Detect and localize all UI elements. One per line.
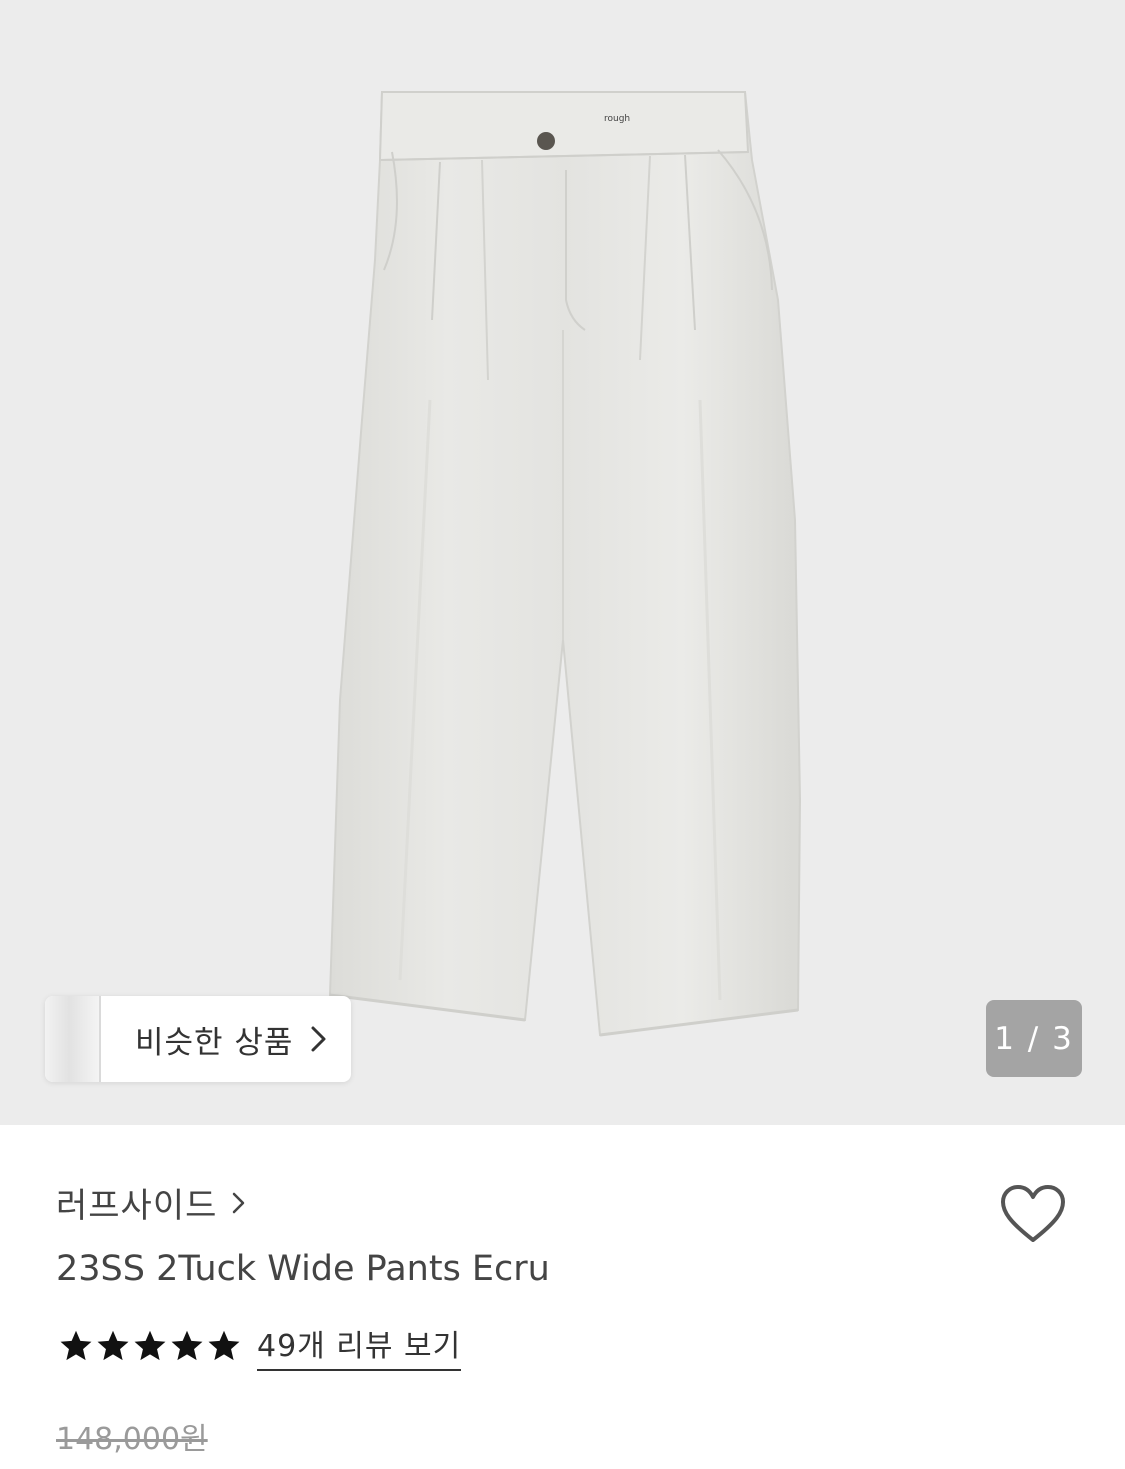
star-icon xyxy=(208,1330,240,1361)
product-detail-page: rough 비슷한 상품 1 / 3 러프사이드 23SS 2Tuck Wide… xyxy=(0,0,1125,1469)
heart-icon[interactable] xyxy=(1000,1184,1066,1246)
star-icon xyxy=(134,1330,166,1361)
similar-products-label: 비슷한 상품 xyxy=(135,1024,294,1061)
star-icon xyxy=(171,1330,203,1361)
brand-name: 러프사이드 xyxy=(56,1186,218,1226)
brand-link[interactable]: 러프사이드 xyxy=(56,1178,247,1227)
star-icon xyxy=(60,1330,92,1361)
rating-row: 49개 리뷰 보기 xyxy=(58,1321,462,1371)
product-image-gallery[interactable]: rough 비슷한 상품 1 / 3 xyxy=(0,0,1125,1125)
similar-product-thumbnail xyxy=(45,996,101,1082)
original-price: 148,000원 xyxy=(56,1422,208,1457)
image-counter: 1 / 3 xyxy=(986,1000,1082,1077)
chevron-right-icon xyxy=(233,1192,245,1213)
chevron-right-icon xyxy=(311,1026,326,1052)
star-icon xyxy=(97,1330,129,1361)
star-rating xyxy=(58,1328,243,1364)
similar-products-button[interactable]: 비슷한 상품 xyxy=(45,996,351,1082)
review-link[interactable]: 49개 리뷰 보기 xyxy=(257,1321,462,1371)
garment-tag-text: rough xyxy=(604,114,630,124)
product-image: rough xyxy=(328,91,802,1037)
product-title: 23SS 2Tuck Wide Pants Ecru xyxy=(56,1249,550,1289)
